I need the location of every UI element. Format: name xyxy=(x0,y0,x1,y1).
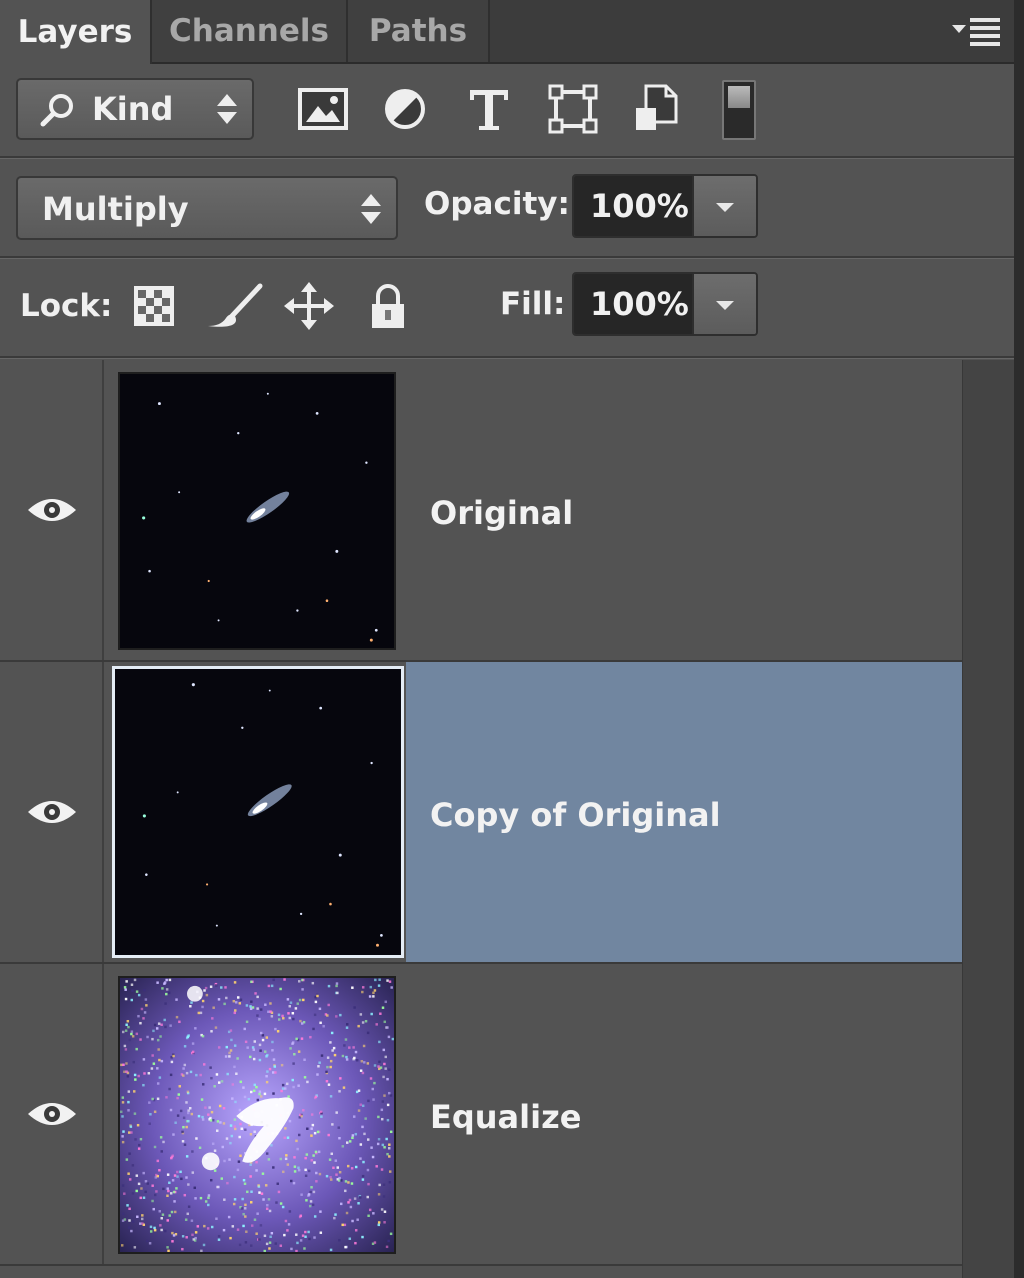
opacity-label: Opacity: xyxy=(424,186,570,222)
opacity-dropdown-button[interactable] xyxy=(692,176,756,236)
layer-thumbnail xyxy=(118,372,396,650)
search-icon xyxy=(40,94,73,127)
layer-name[interactable]: Original xyxy=(430,494,573,532)
image-filter-icon[interactable] xyxy=(296,82,350,136)
eye-icon[interactable] xyxy=(26,796,78,828)
layer-row-copy-of-original[interactable]: Copy of Original xyxy=(0,662,962,964)
visibility-toggle[interactable] xyxy=(0,360,104,660)
layer-name-area[interactable]: Equalize xyxy=(406,964,962,1264)
blend-mode-value: Multiply xyxy=(42,190,189,228)
visibility-toggle[interactable] xyxy=(0,964,104,1264)
panel-menu-icon[interactable] xyxy=(952,16,1002,46)
tab-channels[interactable]: Channels xyxy=(152,0,348,62)
layer-thumbnail xyxy=(118,976,396,1254)
layer-name-area[interactable]: Original xyxy=(406,360,962,660)
panel-edge xyxy=(1014,0,1024,1278)
opacity-field[interactable]: 100% xyxy=(572,174,758,238)
adjustment-filter-icon[interactable] xyxy=(378,82,432,136)
layer-name[interactable]: Copy of Original xyxy=(430,796,721,834)
visibility-toggle[interactable] xyxy=(0,662,104,962)
fill-value[interactable]: 100% xyxy=(574,274,694,334)
smart-object-filter-icon[interactable] xyxy=(630,82,684,136)
layer-row-equalize[interactable]: Equalize xyxy=(0,964,962,1266)
lock-all-icon[interactable] xyxy=(366,282,410,330)
type-filter-icon[interactable] xyxy=(462,82,516,136)
filter-kind-select[interactable]: Kind xyxy=(16,78,254,140)
blend-mode-select[interactable]: Multiply xyxy=(16,176,398,240)
layer-name-area[interactable]: Copy of Original xyxy=(406,662,962,962)
lock-image-pixels-icon[interactable] xyxy=(206,282,264,330)
fill-dropdown-button[interactable] xyxy=(692,274,756,334)
tab-layers[interactable]: Layers xyxy=(0,0,152,64)
layers-list: Original Copy of Original Equalize xyxy=(0,360,962,1278)
panel-tab-bar: Layers Channels Paths xyxy=(0,0,1024,64)
divider xyxy=(0,356,1014,359)
divider xyxy=(0,256,1014,259)
fill-field[interactable]: 100% xyxy=(572,272,758,336)
up-down-arrows-icon xyxy=(217,94,237,124)
filter-kind-label: Kind xyxy=(92,90,174,128)
divider xyxy=(0,156,1014,159)
layers-scrollbar[interactable] xyxy=(962,360,1015,1278)
shape-filter-icon[interactable] xyxy=(546,82,600,136)
filter-toggle-switch[interactable] xyxy=(722,80,756,140)
eye-icon[interactable] xyxy=(26,1098,78,1130)
up-down-arrows-icon xyxy=(361,194,381,224)
layer-row-original[interactable]: Original xyxy=(0,360,962,662)
lock-position-icon[interactable] xyxy=(284,282,334,330)
lock-label: Lock: xyxy=(20,288,113,324)
fill-label: Fill: xyxy=(500,286,566,322)
opacity-value[interactable]: 100% xyxy=(574,176,694,236)
layer-thumbnail xyxy=(112,666,404,958)
eye-icon[interactable] xyxy=(26,494,78,526)
tab-paths[interactable]: Paths xyxy=(348,0,490,62)
layer-name[interactable]: Equalize xyxy=(430,1098,581,1136)
lock-transparent-pixels-icon[interactable] xyxy=(132,282,176,330)
